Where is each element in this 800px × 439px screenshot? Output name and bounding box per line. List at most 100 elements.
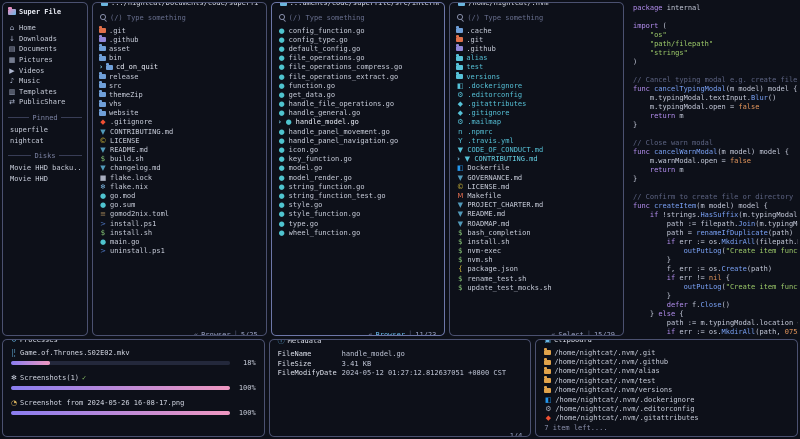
file-row[interactable]: Y.travis.yml — [456, 136, 617, 145]
file-row[interactable]: .git — [456, 35, 617, 44]
file-row[interactable]: ◆.gitignore — [456, 109, 617, 118]
file-row[interactable]: ›▼CONTRIBUTING.md — [456, 155, 617, 164]
file-row[interactable]: ●go.mod — [99, 191, 260, 200]
file-row[interactable]: ◧Dockerfile — [456, 164, 617, 173]
file-row[interactable]: versions — [456, 72, 617, 81]
file-row[interactable]: ©LICENSE.md — [456, 182, 617, 191]
sidebar-item-home[interactable]: ⌂Home — [8, 23, 82, 34]
process-row[interactable]: ⣟Game.of.Thrones.S02E02.mkv18% — [11, 348, 256, 367]
process-row[interactable]: ◔Screenshot from 2024-05-26 16-08-17.png… — [11, 398, 256, 417]
file-row[interactable]: .github — [99, 35, 260, 44]
file-row[interactable]: ●file_operations_extract.go — [278, 72, 439, 81]
file-row[interactable]: .github — [456, 44, 617, 53]
file-row[interactable]: ▼README.md — [456, 210, 617, 219]
file-row[interactable]: ●function.go — [278, 81, 439, 90]
file-row[interactable]: ◧.dockerignore — [456, 81, 617, 90]
sidebar-item-downloads[interactable]: ↓Downloads — [8, 34, 82, 45]
file-row[interactable]: >uninstall.ps1 — [99, 247, 260, 256]
file-row[interactable]: ▼README.md — [99, 145, 260, 154]
file-row[interactable]: {package.json — [456, 265, 617, 274]
file-row[interactable]: ▼ROADMAP.md — [456, 219, 617, 228]
sidebar-pinned-nightcat[interactable]: nightcat — [8, 135, 82, 146]
file-row[interactable]: ●style.go — [278, 201, 439, 210]
clipboard-path: /home/nightcat/.nvm/.gitattributes — [555, 414, 698, 422]
file-row[interactable]: ●wheel_function.go — [278, 228, 439, 237]
panel-path: ...uments/code/superfile/src/internal — [277, 2, 439, 7]
file-row[interactable]: ●string_function_test.go — [278, 191, 439, 200]
file-row[interactable]: ●handle_file_operations.go — [278, 100, 439, 109]
file-row[interactable]: ●config_function.go — [278, 26, 439, 35]
file-row[interactable]: ›●handle_model.go — [278, 118, 439, 127]
file-row[interactable]: ●handle_panel_navigation.go — [278, 136, 439, 145]
file-name: Dockerfile — [467, 164, 509, 172]
file-row[interactable]: ❄flake.nix — [99, 182, 260, 191]
file-row[interactable]: .git — [99, 26, 260, 35]
sidebar-item-publicshare[interactable]: ⇄PublicShare — [8, 97, 82, 108]
file-row[interactable]: $bash_completion — [456, 228, 617, 237]
file-row[interactable]: test — [456, 63, 617, 72]
sidebar-item-label: PublicShare — [19, 98, 65, 106]
search-input[interactable]: (/) Type something — [456, 12, 617, 23]
file-row[interactable]: ⚙.mailmap — [456, 118, 617, 127]
file-row[interactable]: bin — [99, 54, 260, 63]
file-row[interactable]: ●main.go — [99, 237, 260, 246]
process-row[interactable]: ✻Screenshots(1)✓100% — [11, 373, 256, 392]
file-row[interactable]: ●get_data.go — [278, 90, 439, 99]
sidebar-disk-item[interactable]: Movie HHD — [8, 174, 82, 185]
file-row[interactable]: ●go.sum — [99, 201, 260, 210]
file-row[interactable]: ●handle_panel_movement.go — [278, 127, 439, 136]
file-row[interactable]: ≡gomod2nix.toml — [99, 210, 260, 219]
file-row[interactable]: ▼PROJECT_CHARTER.md — [456, 201, 617, 210]
file-row[interactable]: ●model.go — [278, 164, 439, 173]
file-row[interactable]: $install.sh — [99, 228, 260, 237]
file-row[interactable]: >install.ps1 — [99, 219, 260, 228]
file-row[interactable]: release — [99, 72, 260, 81]
file-row[interactable]: ©LICENSE — [99, 136, 260, 145]
file-row[interactable]: ▼GOVERNANCE.md — [456, 173, 617, 182]
file-row[interactable]: alias — [456, 54, 617, 63]
file-row[interactable]: ●config_type.go — [278, 35, 439, 44]
file-row[interactable]: ◆.gitattributes — [456, 100, 617, 109]
file-row[interactable]: ●handle_general.go — [278, 109, 439, 118]
file-row[interactable]: ●type.go — [278, 219, 439, 228]
file-row[interactable]: ›cd_on_quit — [99, 63, 260, 72]
sidebar-disk-item[interactable]: Movie HHD backu... — [8, 163, 82, 174]
file-row[interactable]: $nvm.sh — [456, 256, 617, 265]
sidebar-item-music[interactable]: ♪Music — [8, 76, 82, 87]
file-row[interactable]: ⚙.editorconfig — [456, 90, 617, 99]
sidebar-item-pictures[interactable]: ▦Pictures — [8, 55, 82, 66]
file-row[interactable]: MMakefile — [456, 191, 617, 200]
file-row[interactable]: ●default_config.go — [278, 44, 439, 53]
file-row[interactable]: $install.sh — [456, 237, 617, 246]
sidebar-item-videos[interactable]: ▶Videos — [8, 65, 82, 76]
file-row[interactable]: ●icon.go — [278, 145, 439, 154]
file-row[interactable]: n.npmrc — [456, 127, 617, 136]
file-row[interactable]: ●string_function.go — [278, 182, 439, 191]
file-row[interactable]: ■flake.lock — [99, 173, 260, 182]
file-row[interactable]: .cache — [456, 26, 617, 35]
sidebar-pinned-superfile[interactable]: superfile — [8, 125, 82, 136]
file-row[interactable]: ▼CODE_OF_CONDUCT.md — [456, 145, 617, 154]
file-row[interactable]: ◆.gitignore — [99, 118, 260, 127]
file-row[interactable]: ●model_render.go — [278, 173, 439, 182]
file-row[interactable]: src — [99, 81, 260, 90]
search-input[interactable]: (/) Type something — [278, 12, 439, 23]
file-row[interactable]: vhs — [99, 100, 260, 109]
file-row[interactable]: website — [99, 109, 260, 118]
file-row[interactable]: $rename_test.sh — [456, 274, 617, 283]
file-row[interactable]: ●file_operations_compress.go — [278, 63, 439, 72]
file-row[interactable]: $build.sh — [99, 155, 260, 164]
file-row[interactable]: $update_test_mocks.sh — [456, 283, 617, 292]
search-input[interactable]: (/) Type something — [99, 12, 260, 23]
file-row[interactable]: ▼changelog.md — [99, 164, 260, 173]
sidebar-item-documents[interactable]: ▤Documents — [8, 44, 82, 55]
file-row[interactable]: ●style_function.go — [278, 210, 439, 219]
file-row[interactable]: themeZip — [99, 90, 260, 99]
file-row[interactable]: ●file_operations.go — [278, 54, 439, 63]
code-line: if err := os.MkdirAll(filepath.Dir — [633, 238, 798, 247]
file-row[interactable]: ▼CONTRIBUTING.md — [99, 127, 260, 136]
sidebar-item-templates[interactable]: ▥Templates — [8, 87, 82, 98]
file-row[interactable]: $nvm-exec — [456, 247, 617, 256]
file-row[interactable]: asset — [99, 44, 260, 53]
file-row[interactable]: ●key_function.go — [278, 155, 439, 164]
